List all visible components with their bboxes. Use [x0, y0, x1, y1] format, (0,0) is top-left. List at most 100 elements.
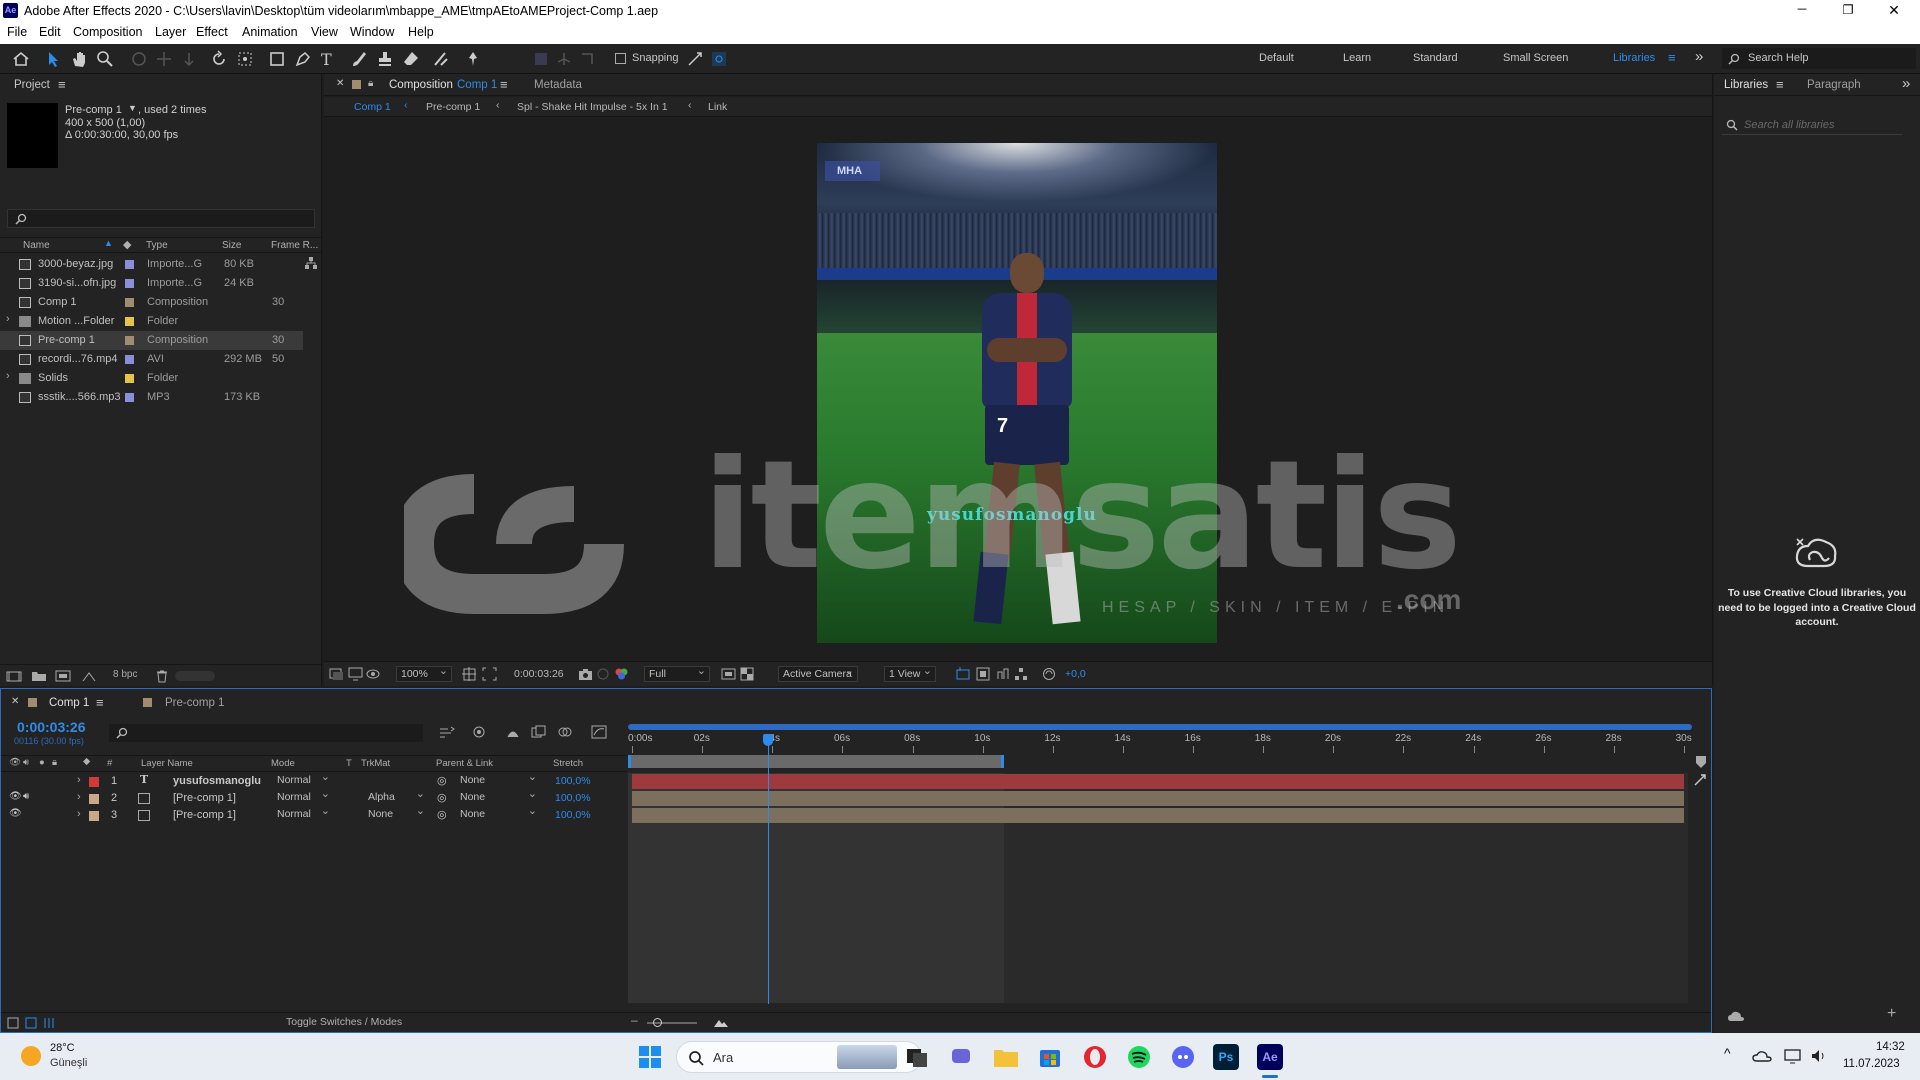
column-frame-rate[interactable]: Frame R... — [271, 240, 318, 251]
orbit-camera-icon[interactable] — [130, 50, 148, 68]
project-item[interactable]: 3190-si...ofn.jpg Importe...G 24 KB — [0, 274, 303, 293]
after-effects-taskbar-icon[interactable]: Ae — [1257, 1044, 1283, 1070]
layer-label-color[interactable] — [89, 794, 99, 804]
column-name[interactable]: Name — [23, 240, 50, 251]
new-composition-icon[interactable] — [55, 669, 71, 683]
audio-switch-icon[interactable]: 🔊︎ — [23, 757, 29, 768]
label-column-icon[interactable]: ◆ — [123, 238, 131, 251]
libraries-overflow-icon[interactable]: » — [1902, 75, 1910, 92]
timeline-zoom-thumb[interactable] — [653, 1018, 662, 1027]
item-label-color[interactable] — [125, 355, 134, 364]
transparency-grid-icon[interactable] — [740, 667, 755, 681]
discord-icon[interactable] — [1170, 1044, 1196, 1070]
metadata-tab[interactable]: Metadata — [534, 79, 582, 91]
toggle-pixel-aspect-icon[interactable] — [956, 667, 971, 681]
toggle-switches-modes[interactable]: Toggle Switches / Modes — [286, 1016, 402, 1028]
reset-exposure-icon[interactable] — [1042, 667, 1057, 681]
snapshot-camera-icon[interactable] — [578, 667, 593, 681]
item-label-color[interactable] — [125, 317, 134, 326]
menu-file[interactable]: File — [7, 25, 27, 39]
anchor-point-tool-icon[interactable] — [236, 50, 254, 68]
parent-pickwhip-icon[interactable]: ◎ — [437, 808, 447, 821]
playhead-handle[interactable] — [762, 734, 773, 746]
interpret-footage-icon[interactable] — [6, 669, 22, 683]
close-tab-icon[interactable]: ✕ — [11, 696, 19, 707]
camera-view-dropdown[interactable]: Active Camera — [778, 664, 858, 682]
layer-duration-bar[interactable] — [632, 808, 1684, 823]
timeline-tab-comp-1[interactable]: Comp 1 — [49, 697, 89, 709]
layer-label-color[interactable] — [89, 811, 99, 821]
snap-edges-icon[interactable] — [686, 50, 704, 68]
expand-arrow-icon[interactable]: › — [77, 791, 81, 803]
composition-mini-flowchart-icon[interactable] — [439, 725, 455, 739]
parent-dropdown[interactable]: None — [456, 804, 540, 823]
frame-blending-icon[interactable] — [531, 725, 547, 739]
column-mode[interactable]: Mode — [271, 758, 295, 769]
layer-stretch[interactable]: 100,0% — [555, 809, 591, 821]
playhead[interactable] — [767, 734, 769, 1004]
column-stretch[interactable]: Stretch — [553, 758, 583, 769]
workspace-libraries[interactable]: Libraries — [1613, 52, 1655, 64]
region-of-interest-icon[interactable] — [482, 667, 497, 681]
breadcrumb-pre-comp-1[interactable]: Pre-comp 1 — [426, 101, 480, 113]
time-ruler[interactable]: 0:00s02s04s06s08s10s12s14s16s18s20s22s24… — [628, 731, 1692, 753]
libraries-search-field[interactable]: Search all libraries — [1722, 115, 1902, 135]
color-channels-icon[interactable] — [614, 667, 629, 681]
taskbar-time[interactable]: 14:32 — [1876, 1041, 1905, 1053]
pen-tool-icon[interactable] — [294, 50, 312, 68]
project-item[interactable]: Pre-comp 1 Composition 30 — [0, 331, 303, 350]
workspace-menu-icon[interactable]: ≡ — [1668, 50, 1676, 65]
project-settings-icon[interactable] — [81, 669, 97, 683]
solo-switch-icon[interactable]: ● — [39, 757, 45, 768]
world-axis-mode-icon[interactable] — [555, 50, 573, 68]
lock-icon[interactable]: 🔒︎ — [368, 78, 373, 89]
dolly-camera-icon[interactable] — [180, 50, 198, 68]
menu-view[interactable]: View — [311, 25, 338, 39]
expand-arrow-icon[interactable]: › — [77, 774, 81, 786]
close-tab-icon[interactable]: ✕ — [336, 78, 344, 89]
flowchart-icon[interactable] — [304, 256, 318, 270]
column-trkmat[interactable]: TrkMat — [361, 758, 390, 769]
expand-arrow-icon[interactable]: › — [6, 313, 10, 325]
rotation-tool-icon[interactable] — [210, 50, 228, 68]
brush-tool-icon[interactable] — [350, 50, 368, 68]
windows-start-icon[interactable] — [638, 1045, 662, 1069]
layer-row[interactable]: 👁︎ › 3 [Pre-comp 1] Normal None ◎ None 100,0% — [1, 804, 627, 824]
home-icon[interactable] — [12, 50, 30, 68]
pan-camera-icon[interactable] — [155, 50, 173, 68]
libraries-tab[interactable]: Libraries — [1724, 79, 1768, 91]
clone-stamp-tool-icon[interactable] — [376, 50, 394, 68]
timeline-search-field[interactable] — [109, 724, 423, 742]
layer-stretch[interactable]: 100,0% — [555, 775, 591, 787]
time-navigator[interactable] — [628, 724, 1692, 730]
work-area-bar[interactable] — [628, 755, 1004, 768]
composition-lock-icon[interactable] — [352, 80, 361, 89]
taskbar-date[interactable]: 11.07.2023 — [1843, 1058, 1900, 1070]
breadcrumb-comp-1[interactable]: Comp 1 — [354, 101, 391, 113]
in-out-duration-icon[interactable] — [43, 1017, 56, 1029]
thumbnail-size-slider[interactable] — [175, 671, 215, 681]
expand-arrow-icon[interactable]: › — [77, 808, 81, 820]
fast-draft-icon[interactable] — [976, 667, 991, 681]
track-matte-dropdown[interactable]: None — [364, 804, 428, 823]
column-t[interactable]: T — [346, 758, 352, 769]
file-explorer-icon[interactable] — [993, 1045, 1019, 1069]
parent-pickwhip-icon[interactable]: ◎ — [437, 774, 447, 787]
breadcrumb-shake-hit[interactable]: Spl - Shake Hit Impulse - 5x In 1 — [517, 101, 668, 113]
motion-blur-icon[interactable] — [557, 725, 573, 739]
menu-help[interactable]: Help — [408, 25, 434, 39]
layer-label-color[interactable] — [89, 777, 99, 787]
menu-composition[interactable]: Composition — [73, 25, 142, 39]
item-label-color[interactable] — [125, 336, 134, 345]
libraries-panel-menu-icon[interactable]: ≡ — [1776, 77, 1784, 92]
draft-3d-icon[interactable] — [471, 725, 487, 739]
layer-stretch[interactable]: 100,0% — [555, 792, 591, 804]
transfer-controls-icon[interactable] — [25, 1017, 38, 1029]
roto-brush-tool-icon[interactable] — [432, 50, 450, 68]
workspace-default[interactable]: Default — [1259, 52, 1294, 64]
video-switch-icon[interactable]: 👁︎ — [9, 757, 21, 768]
task-view-icon[interactable] — [905, 1045, 929, 1069]
weather-condition[interactable]: Güneşli — [50, 1057, 87, 1069]
view-layout-dropdown[interactable]: 1 View — [884, 664, 936, 682]
volume-icon[interactable] — [1810, 1048, 1828, 1064]
